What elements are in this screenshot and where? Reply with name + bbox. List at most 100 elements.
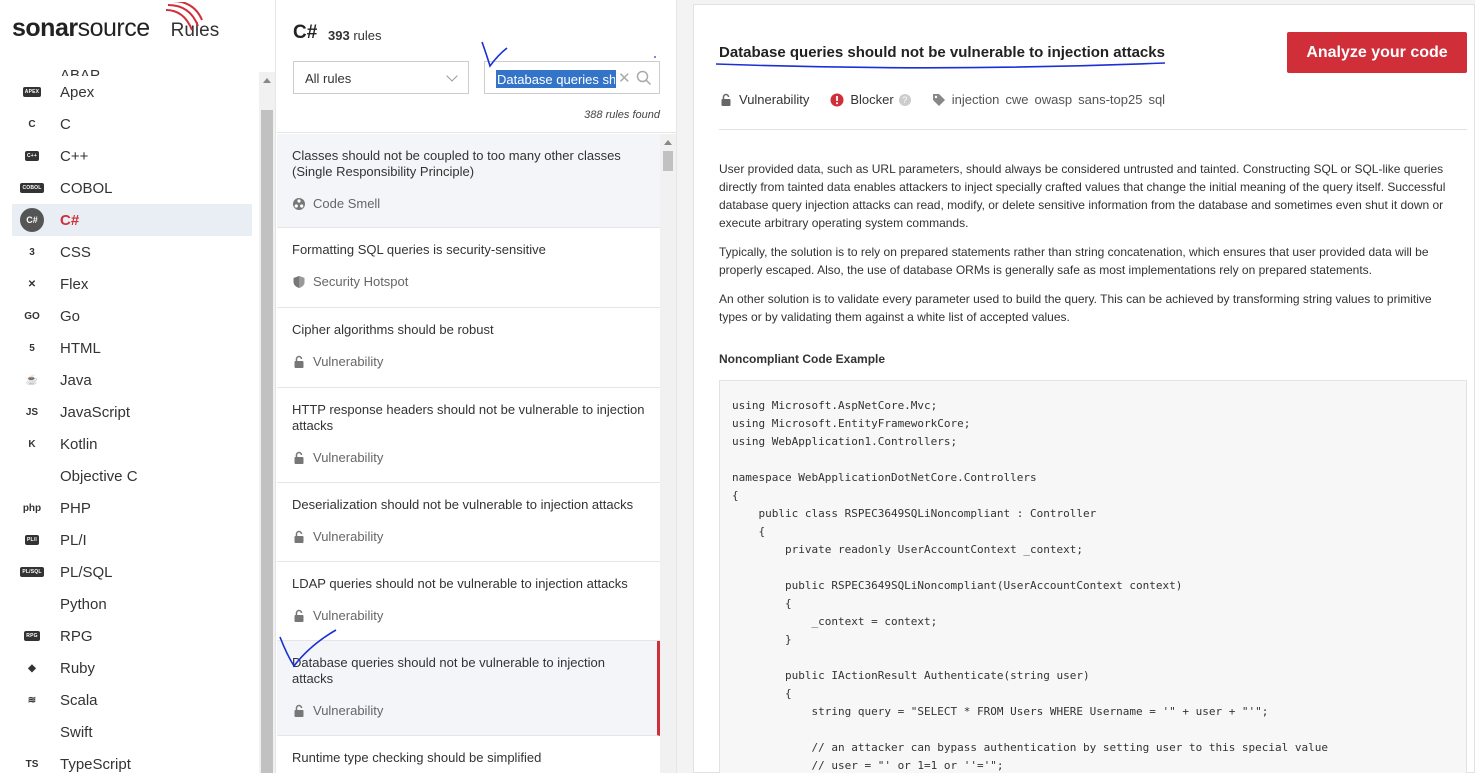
rule-list-item-title: Cipher algorithms should be robust — [292, 322, 494, 337]
rule-tag[interactable]: injection — [952, 92, 1000, 107]
rule-detail: Database queries should not be vulnerabl… — [693, 4, 1475, 773]
sidebar-item-java[interactable]: ☕ Java — [12, 364, 252, 396]
code-line: } — [732, 633, 792, 646]
sidebar-item-apex[interactable]: APEX Apex — [12, 76, 252, 108]
abap-icon — [20, 62, 44, 76]
code-line: { — [732, 489, 739, 502]
rule-tag[interactable]: cwe — [1005, 92, 1028, 107]
rule-list-item[interactable]: Cipher algorithms should be robust Vulner… — [277, 308, 660, 388]
sidebar-item-typescript[interactable]: TS TypeScript — [12, 748, 252, 773]
help-icon[interactable]: ? — [898, 93, 911, 106]
sonarsource-logo[interactable]: sonarsource — [12, 2, 203, 43]
language-label: ABAP — [60, 67, 101, 76]
noncompliant-code-block: using Microsoft.AspNetCore.Mvc; using Mic… — [719, 380, 1467, 773]
language-label: Apex — [60, 83, 95, 101]
language-label: C — [60, 115, 71, 133]
rule-list-item-title: Database queries should not be vulnerabl… — [292, 655, 605, 686]
language-label: Go — [60, 307, 81, 325]
sidebar-item-cpp[interactable]: C++ C++ — [12, 140, 252, 172]
sidebar-item-scala[interactable]: ≋ Scala — [12, 684, 252, 716]
shield-icon — [292, 275, 306, 289]
rule-list-item-title: Deserialization should not be vulnerable… — [292, 497, 634, 512]
sidebar-item-cobol[interactable]: COBOL COBOL — [12, 172, 252, 204]
sidebar-item-kotlin[interactable]: K Kotlin — [12, 428, 252, 460]
language-label: Scala — [60, 691, 98, 709]
language-label: Kotlin — [60, 435, 98, 453]
sidebar-item-c[interactable]: CC — [12, 108, 252, 140]
rule-list-item-title: Runtime type checking should be simplifi… — [292, 750, 542, 765]
rpg-icon: RPG — [24, 631, 40, 641]
code-line: public RSPEC3649SQLiNoncompliant(UserAcc… — [732, 579, 1183, 592]
sidebar-item-css[interactable]: 3 CSS — [12, 236, 252, 268]
sidebar-item-javascript[interactable]: JS JavaScript — [12, 396, 252, 428]
language-label: Flex — [60, 275, 89, 293]
search-input[interactable] — [496, 70, 616, 88]
code-line: using WebApplication1.Controllers; — [732, 435, 958, 448]
rule-list-item-type: Vulnerability — [292, 529, 646, 544]
rule-meta: Vulnerability Blocker ? injection cwe owas… — [719, 92, 1171, 107]
blocker-severity-icon — [830, 93, 844, 106]
rules-search[interactable]: ✕ — [484, 61, 660, 94]
rule-tag[interactable]: owasp — [1035, 92, 1073, 107]
cobol-icon: COBOL — [20, 183, 44, 193]
brand[interactable]: sonarsource Rules — [12, 2, 219, 54]
rule-list-item[interactable]: Classes should not be coupled to too man… — [277, 134, 660, 228]
sidebar-item-rpg[interactable]: RPG RPG — [12, 620, 252, 652]
rules-filter-select[interactable]: All rules — [293, 61, 469, 94]
sidebar-item-php[interactable]: php PHP — [12, 492, 252, 524]
go-icon: GO — [24, 310, 40, 322]
kotlin-icon: K — [28, 438, 36, 450]
description-paragraph: An other solution is to validate every p… — [719, 292, 1432, 324]
rule-list-item[interactable]: Formatting SQL queries is security-sensi… — [277, 228, 660, 308]
sidebar-item-pli[interactable]: PL/I PL/I — [12, 524, 252, 556]
rule-list: Classes should not be coupled to too man… — [277, 134, 660, 773]
code-line: { — [732, 525, 766, 538]
code-line: // an attacker can bypass authentication… — [732, 741, 1329, 754]
code-line: public IActionResult Authenticate(string… — [732, 669, 1090, 682]
lock-icon — [292, 451, 306, 465]
search-icon[interactable] — [636, 70, 652, 86]
language-label: C# — [60, 211, 80, 229]
sidebar-item-html[interactable]: 5 HTML — [12, 332, 252, 364]
rule-list-item[interactable]: Database queries should not be vulnerabl… — [277, 641, 660, 736]
css-icon: 3 — [29, 246, 35, 258]
sidebar-item-plsql[interactable]: PL/SQL PL/SQL — [12, 556, 252, 588]
code-line: { — [732, 597, 792, 610]
lock-icon — [292, 530, 306, 544]
rule-list-item[interactable]: LDAP queries should not be vulnerable to… — [277, 562, 660, 641]
scroll-up-arrow-icon[interactable] — [263, 78, 271, 83]
sidebar-item-csharp[interactable]: C# C# — [12, 204, 252, 236]
sidebar-item-apple[interactable]: Objective C — [12, 460, 252, 492]
rule-list-item-title: HTTP response headers should not be vuln… — [292, 402, 645, 433]
language-sidebar: sonarsource Rules ABAP APEX Apex C C C++ C++ C… — [0, 0, 276, 773]
language-label: C++ — [60, 147, 89, 165]
app-root: sonarsource Rules ABAP APEX Apex C C C++ C++ C… — [0, 0, 1475, 773]
sidebar-scrollbar[interactable] — [259, 72, 275, 773]
sidebar-item-swift[interactable]: Swift — [12, 716, 252, 748]
rule-list-item-type: Vulnerability — [292, 703, 643, 718]
sidebar-item-flex[interactable]: ✕ Flex — [12, 268, 252, 300]
scroll-up-arrow-icon[interactable] — [664, 140, 672, 145]
language-label: Java — [60, 371, 92, 389]
rule-list-item[interactable]: Runtime type checking should be simplifi… — [277, 736, 660, 773]
rule-list-scrollbar[interactable] — [660, 134, 676, 773]
analyze-your-code-button[interactable]: Analyze your code — [1287, 32, 1467, 73]
rule-list-item[interactable]: Deserialization should not be vulnerable… — [277, 483, 660, 562]
clear-search-icon[interactable]: ✕ — [618, 69, 631, 87]
language-label: RPG — [60, 627, 93, 645]
sidebar-item-go[interactable]: GO Go — [12, 300, 252, 332]
language-item-partial[interactable]: ABAP — [12, 60, 252, 76]
rule-tag[interactable]: sans-top25 — [1078, 92, 1142, 107]
scroll-thumb[interactable] — [261, 110, 273, 773]
rule-type: Vulnerability — [739, 92, 810, 107]
scroll-thumb[interactable] — [663, 151, 673, 171]
language-label: Swift — [60, 723, 93, 741]
sidebar-item-ruby[interactable]: ◆ Ruby — [12, 652, 252, 684]
rules-panel: C# 393 rules All rules ✕ 388 rules found… — [277, 0, 677, 773]
rule-list-item[interactable]: HTTP response headers should not be vuln… — [277, 388, 660, 483]
code-line: using Microsoft.AspNetCore.Mvc; — [732, 399, 938, 412]
java-icon: ☕ — [25, 374, 39, 386]
rule-tag[interactable]: sql — [1148, 92, 1165, 107]
sidebar-item-python[interactable]: Python — [12, 588, 252, 620]
